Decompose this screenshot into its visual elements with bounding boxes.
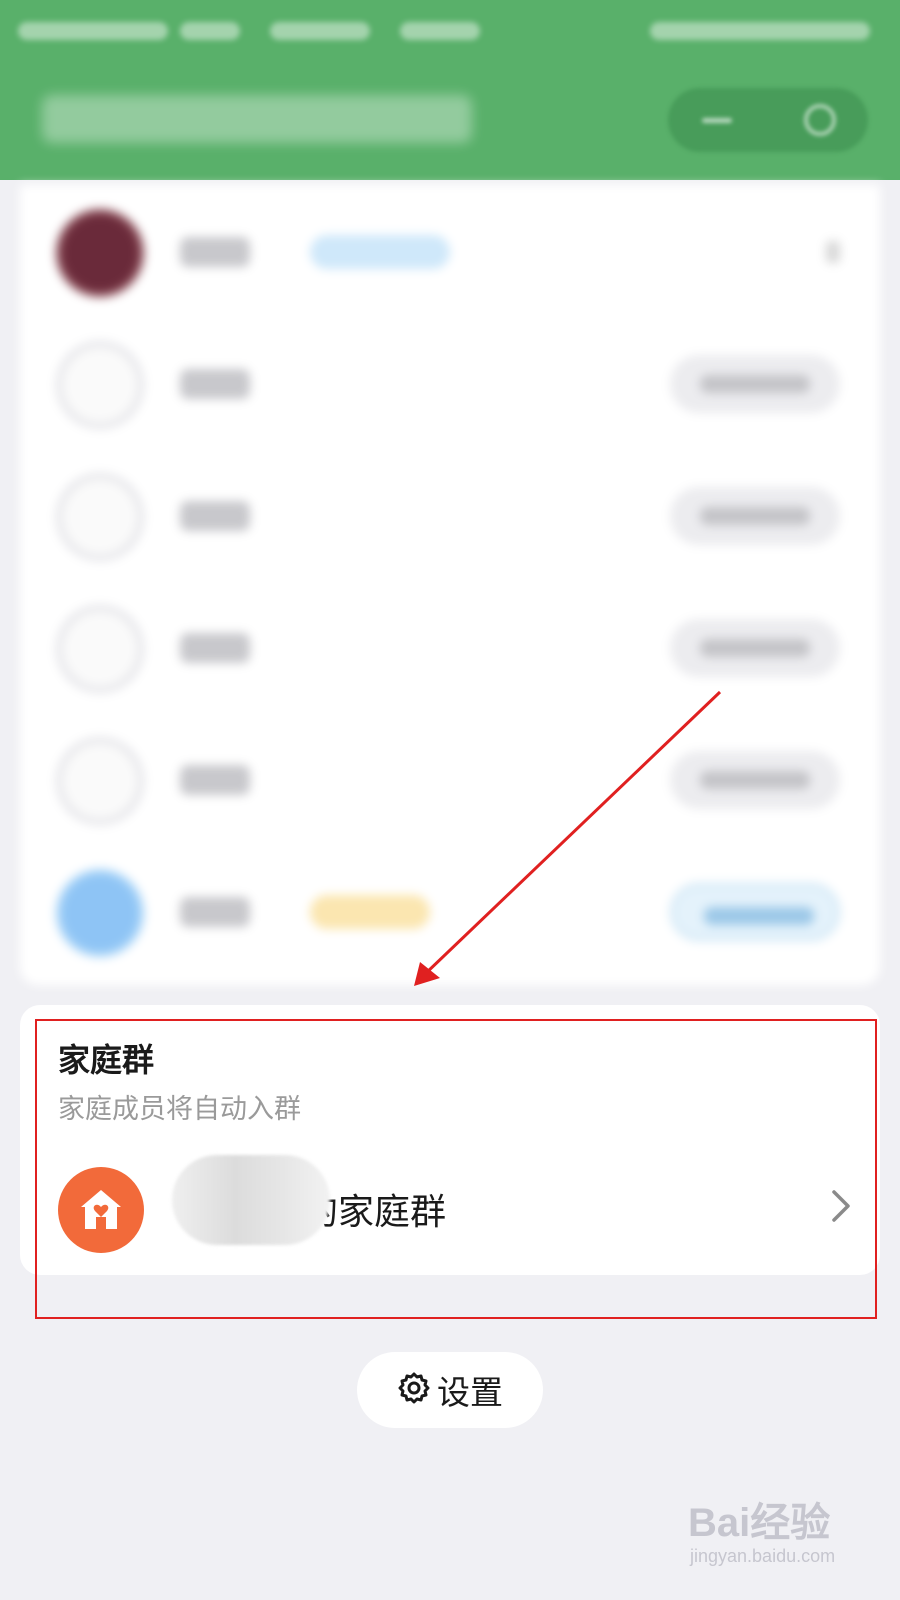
watermark-url: jingyan.baidu.com: [690, 1546, 836, 1566]
settings-button[interactable]: 设置: [357, 1352, 543, 1428]
watermark-logo: Bai经验: [688, 1501, 831, 1545]
watermark: Bai经验 jingyan.baidu.com: [688, 1490, 888, 1580]
settings-label: 设置: [437, 1373, 503, 1412]
gear-icon: [397, 1371, 431, 1409]
